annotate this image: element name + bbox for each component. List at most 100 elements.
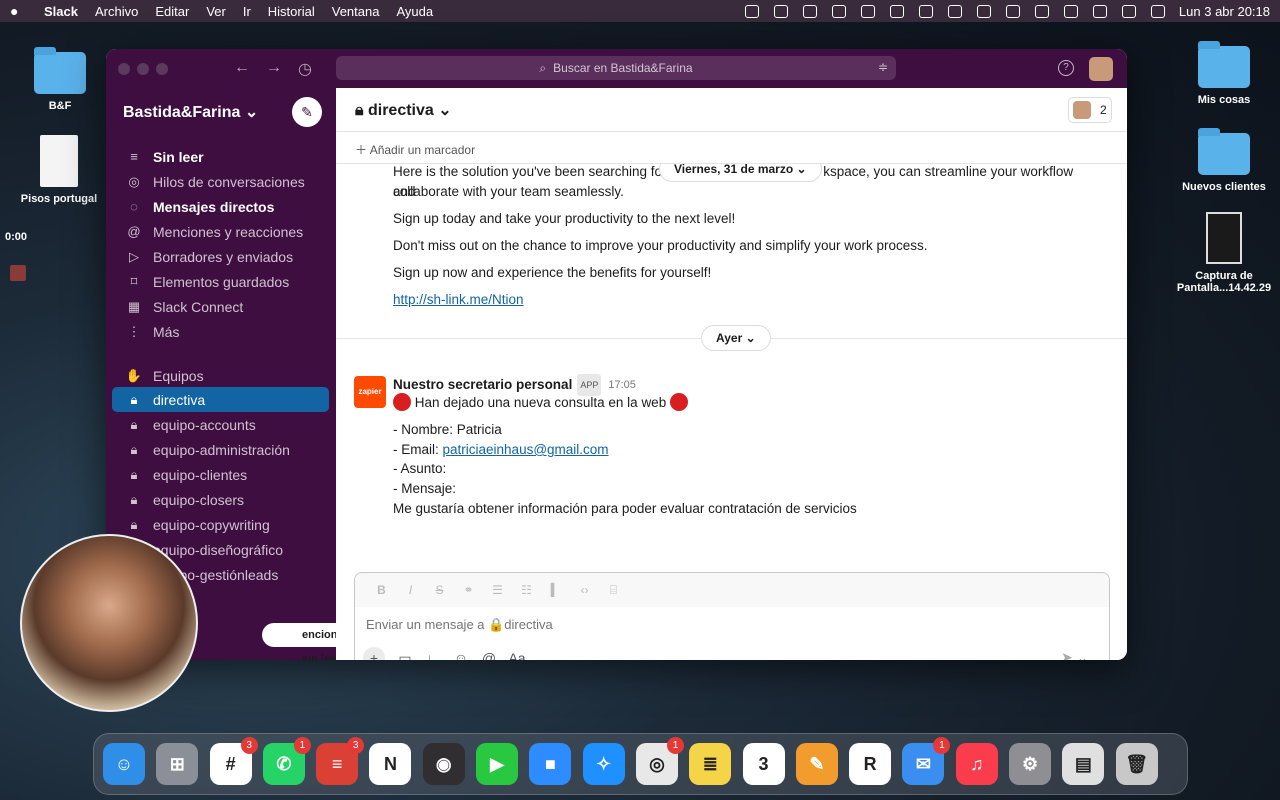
desktop-folder-bf[interactable]: B&F xyxy=(10,47,110,112)
message-link[interactable]: http://sh-link.me/Ntion xyxy=(393,292,524,307)
dock-reeder-icon[interactable]: R xyxy=(849,743,892,785)
video-clip-icon[interactable]: ▭ xyxy=(391,650,419,661)
desktop-folder-nuevos-clientes[interactable]: Nuevos clientes xyxy=(1174,128,1274,193)
email-link[interactable]: patriciaeinhaus@gmail.com xyxy=(443,442,609,457)
mention-icon[interactable]: @ xyxy=(475,650,503,660)
message-time[interactable]: 17:05 xyxy=(608,375,636,395)
battery-icon[interactable] xyxy=(1005,4,1020,18)
sidebar-channel-accounts[interactable]: 🔒︎ equipo-accounts xyxy=(112,412,329,437)
dock-safari-icon[interactable]: ✧ xyxy=(582,743,625,785)
apple-menu-icon[interactable]: ● xyxy=(10,3,30,19)
control-center-icon[interactable] xyxy=(1121,4,1136,18)
sidebar-channel-clientes[interactable]: 🔒︎ equipo-clientes xyxy=(112,462,329,487)
blockquote-icon[interactable]: ▍ xyxy=(541,583,570,597)
forward-arrow-icon[interactable]: → xyxy=(266,59,282,77)
dock-mail-icon[interactable]: ✉ 1 xyxy=(902,737,951,785)
menubar-clock[interactable]: Lun 3 abr 20:18 xyxy=(1179,4,1270,19)
signature-icon[interactable] xyxy=(889,4,904,18)
menu-editar[interactable]: Editar xyxy=(155,4,189,19)
dock-calendar-icon[interactable]: 3 xyxy=(742,743,785,785)
channel-title[interactable]: 🔒︎ directiva ⌄ xyxy=(355,100,452,120)
sidebar-item-menciones[interactable]: @ Menciones y reacciones xyxy=(112,219,329,244)
menu-ir[interactable]: Ir xyxy=(243,4,251,19)
date-divider-viernes[interactable]: Viernes, 31 de marzo ⌄ xyxy=(659,164,822,182)
stop-recording-icon[interactable] xyxy=(10,265,26,281)
sidebar-item-mas[interactable]: ⋮ Más xyxy=(112,319,329,344)
strikethrough-icon[interactable]: S xyxy=(425,583,454,597)
brightness-icon[interactable] xyxy=(831,4,846,18)
code-icon[interactable]: ‹› xyxy=(570,583,599,597)
sender-name[interactable]: Nuestro secretario personal xyxy=(393,375,572,395)
sidebar-channel-directiva[interactable]: 🔒︎ directiva xyxy=(112,387,329,412)
sidebar-channel-closers[interactable]: 🔒︎ equipo-closers xyxy=(112,487,329,512)
bulleted-list-icon[interactable]: ☷ xyxy=(512,583,541,597)
link-icon[interactable]: ⚭ xyxy=(454,583,483,597)
dock-whatsapp-icon[interactable]: ✆ 1 xyxy=(262,737,311,785)
video-status-icon[interactable] xyxy=(744,4,759,18)
dock-launchpad-icon[interactable]: ⊞ xyxy=(156,743,199,785)
app-status-icon[interactable] xyxy=(860,4,875,18)
user-icon[interactable] xyxy=(1063,4,1078,18)
dock-document-icon[interactable]: ▤ xyxy=(1062,743,1105,785)
sidebar-item-borradores[interactable]: ▷ Borradores y enviados xyxy=(112,244,329,269)
close-window-button[interactable] xyxy=(118,63,130,75)
microphone-icon[interactable]: ♩ xyxy=(419,650,447,660)
emoji-icon[interactable]: ☺ xyxy=(447,650,475,660)
sidebar-item-slack-connect[interactable]: ▦ Slack Connect xyxy=(112,294,329,319)
zapier-avatar[interactable]: zapier xyxy=(354,376,386,408)
bluetooth-icon[interactable] xyxy=(976,4,991,18)
spotlight-icon[interactable] xyxy=(1092,4,1107,18)
dock-notion-icon[interactable]: N xyxy=(369,743,412,785)
dock-notes-icon[interactable]: ≣ xyxy=(689,743,732,785)
dock-slack-icon[interactable]: #3 xyxy=(209,737,258,785)
play-icon[interactable] xyxy=(918,4,933,18)
dock-obs-icon[interactable]: ◉ xyxy=(422,743,465,785)
history-clock-icon[interactable]: ◷ xyxy=(298,59,312,79)
dock-zoom-icon[interactable]: ■ xyxy=(529,743,572,785)
dock-chrome-icon[interactable]: ◎ 1 xyxy=(635,737,684,785)
bold-icon[interactable]: B xyxy=(367,583,396,597)
minimize-window-button[interactable] xyxy=(137,63,149,75)
menu-ventana[interactable]: Ventana xyxy=(332,4,380,19)
dock-facetime-icon[interactable]: ▶ xyxy=(476,743,519,785)
menu-historial[interactable]: Historial xyxy=(268,4,315,19)
italic-icon[interactable]: I xyxy=(396,583,425,597)
dock-pages-icon[interactable]: ✎ xyxy=(795,743,838,785)
members-button[interactable]: 2 xyxy=(1068,97,1112,123)
menu-archivo[interactable]: Archivo xyxy=(95,4,138,19)
dock-finder-icon[interactable]: ☺ xyxy=(103,743,145,785)
desktop-folder-mis-cosas[interactable]: Mis cosas xyxy=(1174,41,1274,106)
help-icon[interactable]: ? xyxy=(1058,60,1074,76)
message-input[interactable] xyxy=(366,617,966,632)
sidebar-item-mensajes-directos[interactable]: ◌ Mensajes directos xyxy=(112,194,329,219)
dock-system-settings-icon[interactable]: ⚙ xyxy=(1009,743,1052,785)
sidebar-item-guardados[interactable]: ⌑ Elementos guardados xyxy=(112,269,329,294)
dock-todoist-icon[interactable]: ≡ 3 xyxy=(316,737,365,785)
dock-trash-icon[interactable]: 🗑 xyxy=(1115,743,1158,785)
desktop-screenshot-file[interactable]: Captura de Pantalla...14.42.29 xyxy=(1174,212,1274,294)
menu-ver[interactable]: Ver xyxy=(206,4,226,19)
search-bar[interactable]: ⌕ Buscar en Bastida&Farina ≑ xyxy=(336,56,896,80)
sidebar-item-hilos[interactable]: ◎ Hilos de conversaciones xyxy=(112,169,329,194)
menu-ayuda[interactable]: Ayuda xyxy=(396,4,433,19)
date-divider-ayer[interactable]: Ayer ⌄ xyxy=(701,325,771,351)
wifi-icon[interactable] xyxy=(1034,4,1049,18)
format-text-icon[interactable]: Aa xyxy=(503,650,531,660)
menu-app-slack[interactable]: Slack xyxy=(44,4,78,19)
plus-icon[interactable]: + xyxy=(363,647,385,660)
sidebar-item-sin-leer[interactable]: ≡ Sin leer xyxy=(112,144,329,169)
zoom-window-button[interactable] xyxy=(156,63,168,75)
siri-icon[interactable] xyxy=(1150,4,1165,18)
dock-music-icon[interactable]: ♫ xyxy=(955,743,998,785)
sidebar-section-equipos[interactable]: ✋ Equipos xyxy=(112,363,329,388)
compose-icon[interactable]: ✎ xyxy=(292,97,322,127)
sidebar-channel-copywriting[interactable]: 🔒︎ equipo-copywriting xyxy=(112,512,329,537)
code-block-icon[interactable]: ⌸ xyxy=(599,583,628,598)
volume-icon[interactable] xyxy=(947,4,962,18)
send-icon[interactable]: ➤ ⌄ xyxy=(1061,649,1088,660)
notes-status-icon[interactable] xyxy=(802,4,817,18)
workspace-name[interactable]: Bastida&Farina ⌄ xyxy=(123,102,258,122)
user-avatar[interactable] xyxy=(1089,57,1113,81)
sidebar-channel-administracion[interactable]: 🔒︎ equipo-administración xyxy=(112,437,329,462)
search-filter-icon[interactable]: ≑ xyxy=(878,60,888,74)
